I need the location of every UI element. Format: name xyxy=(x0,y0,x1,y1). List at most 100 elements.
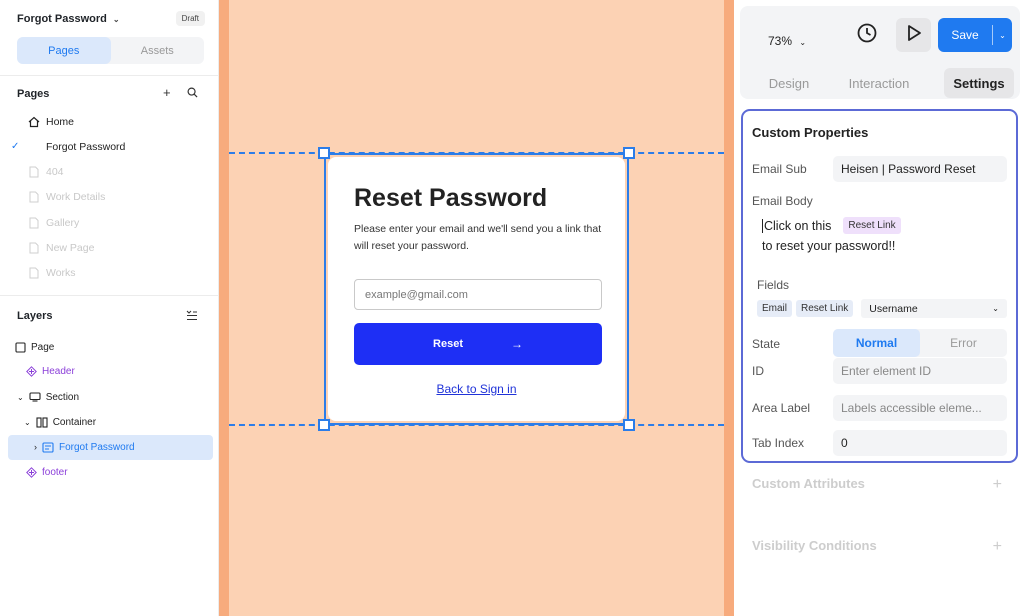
chevron-down-icon: ⌄ xyxy=(992,304,999,313)
design-canvas[interactable]: Reset Password Please enter your email a… xyxy=(219,0,734,616)
custom-attributes-section[interactable]: Custom Attributes + xyxy=(752,476,1002,494)
square-icon xyxy=(15,341,26,353)
tab-design[interactable]: Design xyxy=(754,68,824,98)
email-input[interactable]: example@gmail.com xyxy=(354,279,602,310)
page-item-404[interactable]: 404 xyxy=(27,165,64,179)
layer-footer[interactable]: footer xyxy=(26,465,68,479)
reset-link-chip[interactable]: Reset Link xyxy=(843,217,901,234)
back-to-sign-in-link[interactable]: Back to Sign in xyxy=(328,382,625,396)
page-item-new-page[interactable]: New Page xyxy=(27,241,94,255)
area-label-label: Area Label xyxy=(752,401,811,415)
email-body-label: Email Body xyxy=(752,194,813,208)
check-icon: ✓ xyxy=(11,141,20,152)
search-pages-icon[interactable] xyxy=(187,86,198,101)
toolbar: 73% ⌄ Save ⌄ Design Interaction Settings xyxy=(740,6,1020,99)
tab-pages[interactable]: Pages xyxy=(17,37,111,64)
area-label-input[interactable]: Labels accessible eleme... xyxy=(833,395,1007,421)
form-icon xyxy=(42,441,54,453)
tab-assets[interactable]: Assets xyxy=(111,37,205,64)
reset-button[interactable]: Reset → xyxy=(354,323,602,365)
chevron-down-icon[interactable]: ⌄ xyxy=(993,31,1012,40)
card-description: Please enter your email and we'll send y… xyxy=(354,223,602,252)
right-panel: 73% ⌄ Save ⌄ Design Interaction Settings… xyxy=(734,0,1024,616)
chevron-right-icon[interactable]: › xyxy=(34,442,37,452)
arrow-right-icon: → xyxy=(510,337,523,351)
field-chip-email[interactable]: Email xyxy=(757,300,793,317)
save-button[interactable]: Save ⌄ xyxy=(938,18,1012,52)
project-title: Forgot Password xyxy=(17,13,107,25)
canvas-gutter-right xyxy=(724,0,734,616)
layer-header[interactable]: Header xyxy=(26,364,75,378)
visibility-conditions-section[interactable]: Visibility Conditions + xyxy=(752,538,1002,556)
page-icon xyxy=(27,242,41,254)
panel-tabs: Design Interaction Settings xyxy=(754,68,1014,98)
fields-label: Fields xyxy=(757,278,790,292)
layer-container[interactable]: ⌄ Container xyxy=(24,415,96,429)
tab-index-label: Tab Index xyxy=(752,436,805,450)
id-input[interactable]: Enter element ID xyxy=(833,358,1007,384)
email-sub-label: Email Sub xyxy=(752,162,807,176)
pages-section-title: Pages xyxy=(17,88,50,100)
add-page-icon[interactable]: + xyxy=(163,85,171,100)
home-icon xyxy=(27,116,41,128)
state-normal[interactable]: Normal xyxy=(833,329,920,357)
status-badge: Draft xyxy=(175,11,205,26)
component-icon xyxy=(26,365,37,377)
resize-handle-top-left[interactable] xyxy=(318,147,330,159)
chevron-down-icon[interactable]: ⌄ xyxy=(17,393,24,402)
pages-assets-toggle: Pages Assets xyxy=(17,37,204,64)
canvas-gutter-left xyxy=(219,0,229,616)
id-label: ID xyxy=(752,364,764,378)
page-icon xyxy=(27,267,41,279)
page-icon xyxy=(27,191,41,203)
divider xyxy=(0,295,219,296)
divider xyxy=(0,75,219,76)
custom-properties-panel: Custom Properties Email Sub Heisen | Pas… xyxy=(741,109,1018,463)
layer-section[interactable]: ⌄ Section xyxy=(17,390,79,404)
page-item-gallery[interactable]: Gallery xyxy=(27,216,79,230)
email-body-field[interactable]: Click on this Reset Link xyxy=(762,217,901,234)
component-icon xyxy=(26,466,37,478)
email-body-line-2: to reset your password!! xyxy=(762,239,896,253)
email-sub-field[interactable]: Heisen | Password Reset xyxy=(833,156,1007,182)
state-label: State xyxy=(752,337,781,351)
field-select[interactable]: Username ⌄ xyxy=(861,299,1007,318)
reset-password-card: Reset Password Please enter your email a… xyxy=(328,157,625,421)
card-title: Reset Password xyxy=(354,184,548,212)
layer-page[interactable]: Page xyxy=(15,340,54,354)
chevron-down-icon: ⌄ xyxy=(799,38,807,47)
selected-form-frame[interactable]: Reset Password Please enter your email a… xyxy=(318,147,635,431)
resize-handle-bottom-left[interactable] xyxy=(318,419,330,431)
resize-handle-top-right[interactable] xyxy=(623,147,635,159)
history-button[interactable] xyxy=(849,18,884,52)
page-item-home[interactable]: Home xyxy=(27,115,74,129)
tab-index-input[interactable]: 0 xyxy=(833,430,1007,456)
preview-button[interactable] xyxy=(896,18,931,52)
custom-properties-title: Custom Properties xyxy=(752,125,869,140)
chevron-down-icon[interactable]: ⌄ xyxy=(24,418,31,427)
clock-icon xyxy=(857,23,877,48)
add-icon[interactable]: + xyxy=(993,476,1002,494)
zoom-selector[interactable]: 73% ⌄ xyxy=(768,34,806,48)
page-item-forgot-password[interactable]: Forgot Password xyxy=(27,140,125,154)
tab-interaction[interactable]: Interaction xyxy=(824,68,934,98)
state-toggle: Normal Error xyxy=(833,329,1007,357)
container-icon xyxy=(36,416,48,428)
add-icon[interactable]: + xyxy=(993,538,1002,556)
left-sidebar: Forgot Password ⌄ Draft Pages Assets Pag… xyxy=(0,0,219,616)
page-item-work-details[interactable]: Work Details xyxy=(27,190,105,204)
collapse-layers-icon[interactable] xyxy=(186,309,198,324)
resize-handle-bottom-right[interactable] xyxy=(623,419,635,431)
layers-section-title: Layers xyxy=(17,310,53,322)
play-icon xyxy=(906,24,922,47)
tab-settings[interactable]: Settings xyxy=(944,68,1014,98)
project-selector[interactable]: Forgot Password ⌄ Draft xyxy=(17,11,205,26)
page-icon xyxy=(27,217,41,229)
page-item-works[interactable]: Works xyxy=(27,266,76,280)
layer-forgot-password[interactable]: › Forgot Password xyxy=(34,440,135,454)
page-icon xyxy=(27,166,41,178)
field-chip-reset-link[interactable]: Reset Link xyxy=(796,300,854,317)
fields-row: Email Reset Link Username ⌄ xyxy=(757,299,1007,318)
chevron-down-icon: ⌄ xyxy=(112,14,120,24)
state-error[interactable]: Error xyxy=(920,329,1007,357)
